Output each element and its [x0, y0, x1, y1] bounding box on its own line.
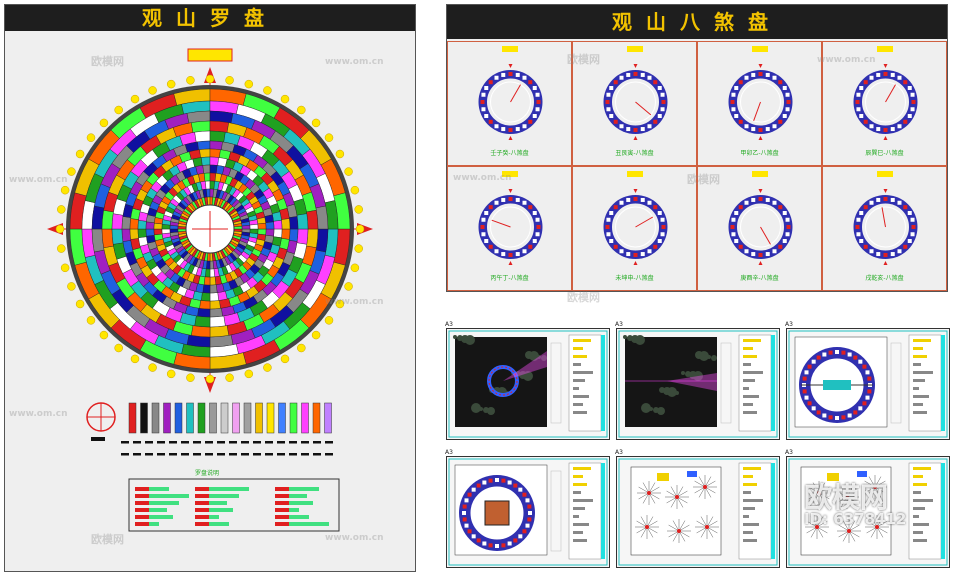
- bashapan-cell: 甲卯乙-八煞盘: [697, 41, 822, 166]
- watermark-id: ID: 6378412: [804, 510, 907, 528]
- watermark-site: www.om.cn: [9, 175, 68, 185]
- sheet-drawing: [788, 330, 948, 438]
- sheet-size-label: A3: [785, 449, 793, 456]
- sheet-size-label: A3: [445, 449, 453, 456]
- bashapan-cell-label: 辰巽巳-八煞盘: [865, 150, 904, 157]
- sheet-size-label: A3: [615, 449, 623, 456]
- watermark-site: www.om.cn: [325, 533, 384, 543]
- bashapan-cell: 丙午丁-八煞盘: [447, 166, 572, 291]
- watermark-brand: 欧模网: [567, 53, 600, 66]
- bashapan-cell-label: 甲卯乙-八煞盘: [740, 150, 779, 157]
- bashapan-grid: 壬子癸-八煞盘 丑艮寅-八煞盘 甲卯乙-八煞盘 辰巽巳-八煞盘丙午丁-八煞盘 未坤申-八…: [447, 41, 947, 291]
- bashapan-panel: 观山八煞盘 壬子癸-八煞盘 丑艮寅-八煞盘 甲卯乙-八煞盘 辰巽巳-八煞盘丙午丁-八煞…: [446, 4, 948, 304]
- watermark-site: www.om.cn: [9, 409, 68, 419]
- legend-caption: 罗盘说明: [195, 470, 220, 477]
- watermark-brand: 欧模网: [687, 173, 720, 186]
- bashapan-cell-label: 庚酉辛-八煞盘: [740, 275, 779, 282]
- bashapan-cell-label: 未坤申-八煞盘: [615, 275, 654, 282]
- drawing-sheet: A3: [445, 321, 610, 440]
- bashapan-cell-label: 丙午丁-八煞盘: [490, 275, 529, 282]
- sheet-drawing: [618, 458, 778, 566]
- bashapan-cell: 戌乾亥-八煞盘: [822, 166, 947, 291]
- watermark-site: www.om.cn: [453, 173, 512, 183]
- watermark-brand: 欧模网: [91, 533, 124, 546]
- watermark-brand: 欧模网: [91, 55, 124, 68]
- luopan-title: 观山罗盘: [5, 5, 415, 31]
- sheet-drawing: [618, 330, 778, 438]
- sheet-drawing: [448, 458, 608, 566]
- bashapan-cell-label: 壬子癸-八煞盘: [490, 150, 529, 157]
- sheet-size-label: A3: [445, 321, 453, 328]
- watermark-site: www.om.cn: [325, 297, 384, 307]
- drawing-sheets: A3 A3 A3 A3 A3 A3: [445, 321, 950, 570]
- sheet-size-label: A3: [785, 321, 793, 328]
- watermark-site: www.om.cn: [817, 55, 876, 65]
- drawing-sheet: A3: [445, 449, 610, 568]
- sheet-size-label: A3: [615, 321, 623, 328]
- bashapan-title: 观山八煞盘: [447, 5, 947, 39]
- drawing-sheet: A3: [785, 321, 950, 440]
- drawing-sheet: A3: [615, 449, 780, 568]
- bashapan-cell: 壬子癸-八煞盘: [447, 41, 572, 166]
- sheet-drawing: [448, 330, 608, 438]
- bashapan-cell-label: 丑艮寅-八煞盘: [615, 150, 654, 157]
- luopan-panel: 观山罗盘 罗盘说明 欧模网 www.om.cn www.om.cn www.om…: [4, 4, 416, 572]
- bashapan-cell-label: 戌乾亥-八煞盘: [865, 275, 904, 282]
- watermark-brand: 欧模网: [567, 291, 600, 304]
- bashapan-cell: 未坤申-八煞盘: [572, 166, 697, 291]
- watermark-site: www.om.cn: [325, 57, 384, 67]
- drawing-sheet: A3: [615, 321, 780, 440]
